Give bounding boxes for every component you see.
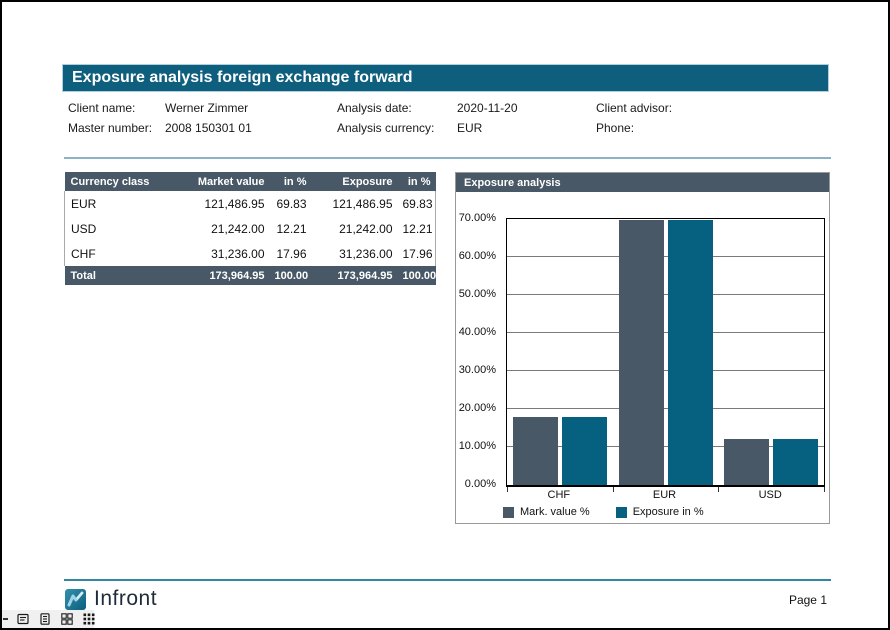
client-name-value: Werner Zimmer [165,101,248,115]
total-exposure: 173,964.95 [312,266,398,285]
page-title: Exposure analysis foreign exchange forwa… [72,69,413,87]
cell-market-pct: 69.83 [270,191,312,216]
col-header-exposure-pct: in % [398,172,436,191]
x-category-label: USD [717,489,823,501]
footer-separator-line [64,579,831,581]
col-header-market-value: Market value [185,172,270,191]
chart-plot [506,218,825,487]
col-header-currency-class: Currency class [65,172,185,191]
col-header-exposure: Exposure [312,172,398,191]
table-total-row: Total 173,964.95 100.00 173,964.95 100.0… [65,266,436,285]
table-row: EUR 121,486.95 69.83 121,486.95 69.83 [65,191,436,216]
chart-x-axis: CHFEURUSD [506,489,823,501]
infront-logo-icon [64,587,88,611]
cell-exposure: 121,486.95 [312,191,398,216]
chart-legend: Mark. value % Exposure in % [503,506,704,518]
infront-logo: Infront [64,587,157,611]
y-tick-label: 0.00% [465,478,496,490]
cell-exposure-pct: 17.96 [398,241,436,266]
client-advisor-label: Client advisor: [596,101,672,115]
cell-exposure: 31,236.00 [312,241,398,266]
brand-name: Infront [94,587,157,611]
single-page-view-icon[interactable] [17,613,29,625]
toolbar-handle[interactable] [3,618,8,620]
currency-class-table: Currency class Market value in % Exposur… [64,172,436,285]
cell-market-value: 21,242.00 [185,216,270,241]
cell-exposure-pct: 12.21 [398,216,436,241]
table-header-row: Currency class Market value in % Exposur… [65,172,436,191]
cell-market-value: 121,486.95 [185,191,270,216]
cell-currency: EUR [65,191,185,216]
header-separator-line [64,157,831,159]
cell-currency: CHF [65,241,185,266]
chart-y-axis: 0.00%10.00%20.00%30.00%40.00%50.00%60.00… [456,218,501,484]
view-mode-toolbar [2,610,94,628]
client-name-label: Client name: [68,101,135,115]
master-number-label: Master number: [68,121,152,135]
y-tick-label: 60.00% [459,250,496,262]
y-tick-label: 70.00% [459,212,496,224]
y-tick-label: 40.00% [459,326,496,338]
multi-page-view-icon[interactable] [61,613,73,625]
table-row: CHF 31,236.00 17.96 31,236.00 17.96 [65,241,436,266]
col-header-market-pct: in % [270,172,312,191]
total-label: Total [65,266,185,285]
exposure-analysis-chart-panel: Exposure analysis 0.00% 10.00% 20.00% 30.00… [455,172,830,524]
analysis-currency-label: Analysis currency: [337,121,434,135]
bar-chf [562,417,607,485]
category-slot-chf [507,219,613,485]
thumbnail-grid-icon[interactable] [83,613,95,625]
legend-swatch [503,507,514,518]
category-slot-usd [718,219,824,485]
bar-usd [773,439,818,485]
legend-item: Exposure in % [616,506,704,518]
phone-label: Phone: [596,121,634,135]
y-tick-label: 30.00% [459,364,496,376]
analysis-currency-value: EUR [457,121,482,135]
y-tick-label: 20.00% [459,402,496,414]
report-page: Exposure analysis foreign exchange forwa… [0,0,890,630]
x-category-label: EUR [612,489,718,501]
bars-container [507,219,824,485]
total-market-value: 173,964.95 [185,266,270,285]
cell-currency: USD [65,216,185,241]
legend-item: Mark. value % [503,506,590,518]
cell-market-value: 31,236.00 [185,241,270,266]
x-category-label: CHF [506,489,612,501]
y-tick-label: 10.00% [459,440,496,452]
total-exposure-pct: 100.00 [398,266,436,285]
chart-panel-header: Exposure analysis [456,173,829,192]
cell-exposure-pct: 69.83 [398,191,436,216]
y-tick-label: 50.00% [459,288,496,300]
bar-usd [724,439,769,485]
master-number-value: 2008 150301 01 [165,121,252,135]
bar-chf [513,417,558,485]
bar-eur [619,220,664,485]
cell-market-pct: 17.96 [270,241,312,266]
continuous-page-view-icon[interactable] [39,613,51,625]
bar-eur [668,220,713,485]
legend-swatch [616,507,627,518]
legend-label: Exposure in % [633,506,704,518]
chart-panel-title: Exposure analysis [464,177,561,189]
table-row: USD 21,242.00 12.21 21,242.00 12.21 [65,216,436,241]
analysis-date-value: 2020-11-20 [457,101,518,115]
analysis-date-label: Analysis date: [337,101,412,115]
page-number: Page 1 [789,593,827,607]
category-slot-eur [613,219,719,485]
legend-label: Mark. value % [520,506,590,518]
report-title-bar: Exposure analysis foreign exchange forwa… [62,64,829,92]
x-axis-tick [824,487,825,492]
cell-market-pct: 12.21 [270,216,312,241]
total-market-pct: 100.00 [270,266,312,285]
cell-exposure: 21,242.00 [312,216,398,241]
